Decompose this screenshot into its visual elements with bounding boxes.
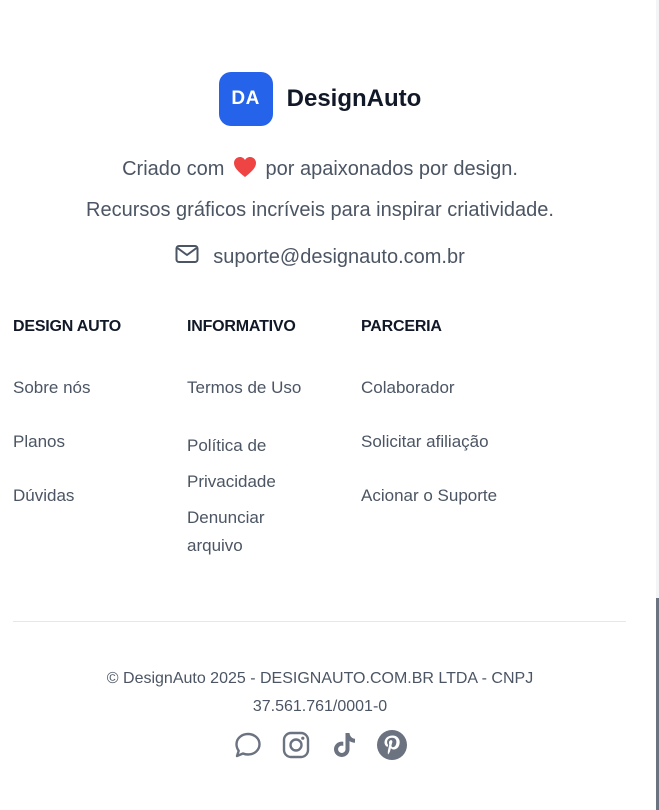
column-title: INFORMATIVO <box>187 318 296 335</box>
instagram-icon[interactable] <box>279 728 313 762</box>
social-links <box>0 728 640 762</box>
tagline-line-1: Criado com por apaixonados por design. <box>0 150 640 191</box>
link-acionar-o-suporte[interactable]: Acionar o Suporte <box>361 482 535 510</box>
link-sobre-nos[interactable]: Sobre nós <box>13 374 187 402</box>
column-informativo: INFORMATIVO Termos de Uso Política de Pr… <box>187 318 361 586</box>
tagline: Criado com por apaixonados por design. R… <box>0 150 640 229</box>
brand-logo: DA <box>218 72 273 126</box>
link-denunciar-arquivo[interactable]: Denunciar arquivo <box>187 504 307 560</box>
brand-name: DesignAuto <box>286 85 422 112</box>
divider <box>13 621 626 622</box>
footer-columns: DESIGN AUTO Sobre nós Planos Dúvidas INF… <box>13 318 535 586</box>
column-title: DESIGN AUTO <box>13 318 122 335</box>
email-link[interactable]: suporte@designauto.com.br <box>0 244 640 270</box>
chat-icon[interactable] <box>231 728 265 762</box>
tagline-prefix: Criado com <box>122 158 225 180</box>
link-solicitar-afiliacao[interactable]: Solicitar afiliação <box>361 428 535 456</box>
email-text: suporte@designauto.com.br <box>213 245 465 268</box>
mail-icon <box>175 244 199 270</box>
column-design-auto: DESIGN AUTO Sobre nós Planos Dúvidas <box>13 318 187 586</box>
column-title: PARCERIA <box>361 318 442 335</box>
pinterest-icon[interactable] <box>375 728 409 762</box>
link-colaborador[interactable]: Colaborador <box>361 374 535 402</box>
footer-page: DA DesignAuto Criado com por apaixonados… <box>0 0 659 810</box>
column-parceria: PARCERIA Colaborador Solicitar afiliação… <box>361 318 535 586</box>
copyright: © DesignAuto 2025 - DESIGNAUTO.COM.BR LT… <box>106 670 534 715</box>
heart-icon <box>233 153 257 191</box>
tagline-suffix: por apaixonados por design. <box>265 158 518 180</box>
tiktok-icon[interactable] <box>327 728 361 762</box>
link-termos-de-uso[interactable]: Termos de Uso <box>187 374 361 402</box>
link-politica-de-privacidade[interactable]: Política de Privacidade <box>187 428 307 500</box>
tagline-line-2: Recursos gráficos incríveis para inspira… <box>86 199 554 221</box>
link-planos[interactable]: Planos <box>13 428 187 456</box>
brand[interactable]: DA DesignAuto <box>0 72 640 126</box>
link-duvidas[interactable]: Dúvidas <box>13 482 187 510</box>
